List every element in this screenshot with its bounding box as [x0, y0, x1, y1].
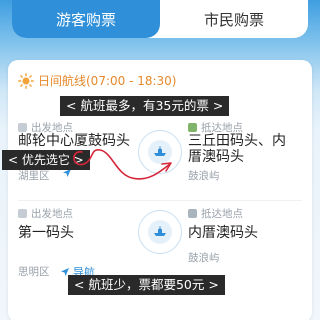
tab-resident[interactable]: 市民购票	[160, 0, 308, 38]
arrival-area: 鼓浪屿	[188, 170, 220, 182]
departure-label: 出发地点	[18, 206, 73, 221]
tab-tourist[interactable]: 游客购票	[12, 0, 160, 38]
trip-option-2[interactable]: 出发地点 第一码头 思明区 导航 抵达地点 内厝澳码头 鼓浪屿	[8, 206, 312, 320]
ferry-icon	[148, 220, 172, 244]
annotation-most-trips: < 航班最多，有35元的票 >	[60, 96, 230, 116]
arrival-icon	[188, 123, 197, 132]
route-header: 日间航线(07:00 - 18:30)	[18, 72, 177, 89]
sun-icon	[18, 72, 34, 89]
divider	[18, 200, 302, 201]
ferry-icon	[148, 140, 172, 164]
annotation-priority: < 优先选它 >	[2, 150, 90, 170]
departure-area: 湖里区	[18, 170, 50, 182]
departure-icon	[18, 209, 27, 218]
route-title: 日间航线(07:00 - 18:30)	[38, 74, 177, 88]
arrival-label: 抵达地点	[188, 206, 243, 221]
swap-button[interactable]	[138, 130, 182, 174]
arrival-dock-line2: 厝澳码头	[188, 149, 244, 165]
arrival-area: 鼓浪屿	[188, 252, 220, 264]
annotation-few-trips: < 航班少，票都要50元 >	[68, 275, 225, 295]
departure-dock: 第一码头	[18, 225, 74, 241]
swap-button[interactable]	[138, 210, 182, 254]
arrival-dock: 内厝澳码头	[188, 225, 258, 241]
departure-dock: 邮轮中心厦鼓码头	[18, 133, 130, 149]
arrival-icon	[188, 209, 197, 218]
departure-icon	[18, 123, 27, 132]
departure-area: 思明区	[18, 266, 50, 278]
ticket-type-tabs: 游客购票 市民购票	[12, 0, 308, 38]
